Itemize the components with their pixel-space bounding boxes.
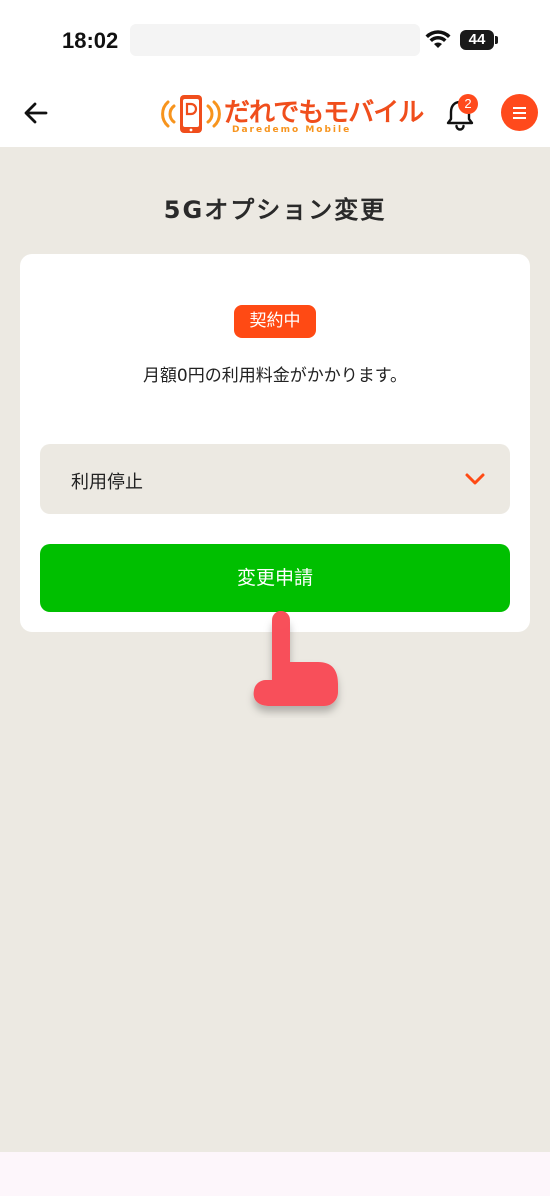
battery-level: 44 bbox=[460, 30, 494, 50]
chevron-down-icon bbox=[465, 473, 485, 485]
phone-logo-icon bbox=[161, 95, 221, 133]
battery-icon: 44 bbox=[460, 30, 498, 50]
brand-logo[interactable]: だれでもモバイル Daredemo Mobile bbox=[160, 92, 424, 138]
option-select[interactable]: 利用停止 bbox=[40, 444, 510, 514]
logo-subtext: Daredemo Mobile bbox=[232, 125, 352, 135]
wifi-icon bbox=[425, 30, 451, 48]
logo-text: だれでもモバイル bbox=[224, 98, 424, 128]
back-arrow-icon[interactable] bbox=[20, 97, 52, 129]
select-value: 利用停止 bbox=[71, 472, 143, 493]
fee-description: 月額0円の利用料金がかかります。 bbox=[142, 366, 408, 386]
option-card: 契約中 月額0円の利用料金がかかります。 利用停止 変更申請 bbox=[20, 254, 530, 632]
page-title: 5Gオプション変更 bbox=[163, 196, 387, 224]
pointing-hand-icon bbox=[253, 611, 338, 706]
status-blur-area bbox=[130, 24, 420, 56]
status-time: 18:02 bbox=[62, 28, 119, 53]
notification-badge: 2 bbox=[458, 94, 478, 114]
app-header: だれでもモバイル Daredemo Mobile 2 bbox=[0, 80, 550, 147]
bottom-bar bbox=[0, 1152, 550, 1196]
status-bar: 18:02 44 bbox=[0, 0, 550, 80]
hamburger-menu-icon[interactable] bbox=[501, 94, 538, 131]
status-badge: 契約中 bbox=[234, 305, 316, 338]
